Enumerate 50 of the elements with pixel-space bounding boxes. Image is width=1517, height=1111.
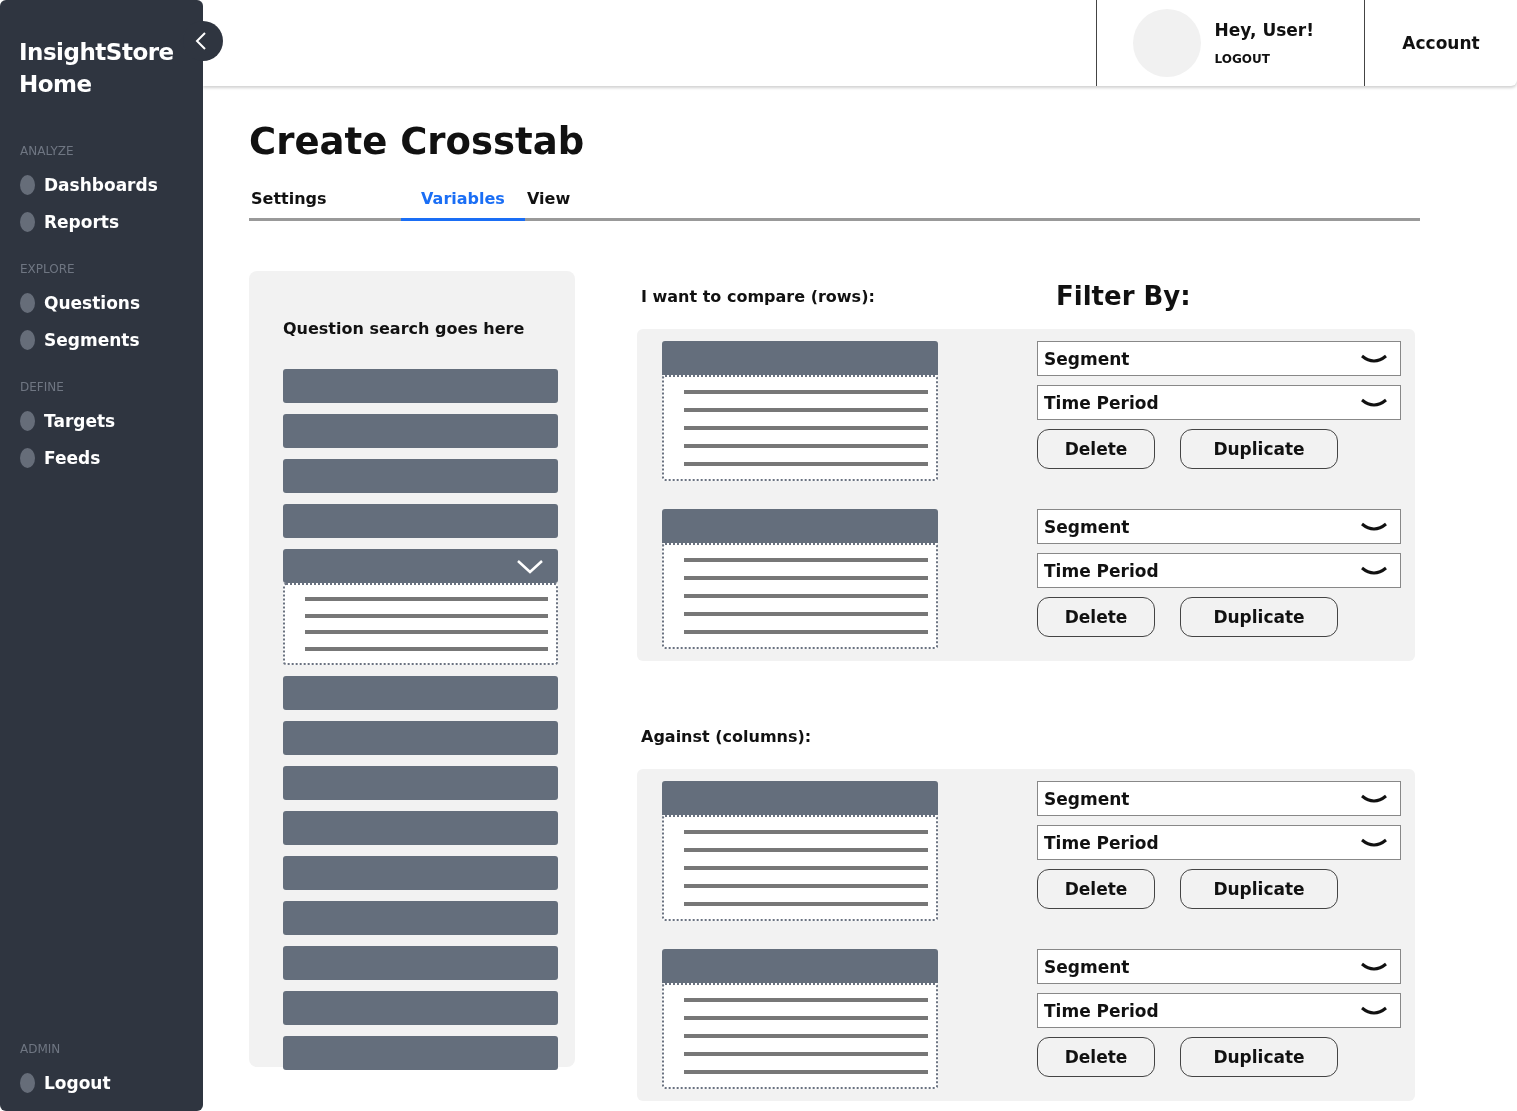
app-title: InsightStore Home bbox=[18, 38, 175, 99]
filter-dropdown[interactable]: Segment bbox=[1037, 781, 1401, 816]
chevron-down-icon bbox=[1360, 396, 1388, 409]
chevron-down-icon bbox=[1360, 352, 1388, 365]
nav-item[interactable]: Targets bbox=[0, 411, 203, 431]
tab[interactable]: Settings bbox=[249, 189, 401, 221]
nav-item[interactable]: Dashboards bbox=[0, 175, 203, 195]
chevron-down-icon bbox=[1360, 564, 1388, 577]
chevron-left-icon bbox=[195, 31, 207, 51]
filter-dropdown[interactable]: Time Period bbox=[1037, 385, 1401, 420]
account-link[interactable]: Account bbox=[1365, 0, 1517, 86]
chevron-down-icon bbox=[1360, 1004, 1388, 1017]
greeting: Hey, User! bbox=[1214, 20, 1314, 40]
logout-link[interactable]: LOGOUT bbox=[1214, 52, 1314, 66]
section-heading: EXPLORE bbox=[19, 262, 76, 276]
tab[interactable]: View bbox=[525, 189, 645, 221]
nav-item[interactable]: Logout bbox=[0, 1073, 203, 1093]
filter-dropdown[interactable]: Time Period bbox=[1037, 825, 1401, 860]
filter-dropdown[interactable]: Segment bbox=[1037, 341, 1401, 376]
section-heading: DEFINE bbox=[19, 380, 65, 394]
chevron-down-icon bbox=[1360, 792, 1388, 805]
chevron-down-icon bbox=[1360, 960, 1388, 973]
section-heading: ANALYZE bbox=[19, 144, 75, 158]
duplicate-button[interactable]: Duplicate bbox=[1180, 429, 1338, 469]
delete-button[interactable]: Delete bbox=[1037, 1037, 1155, 1077]
tab[interactable]: Variables bbox=[401, 189, 525, 221]
duplicate-button[interactable]: Duplicate bbox=[1180, 869, 1338, 909]
filter-dropdown[interactable]: Segment bbox=[1037, 509, 1401, 544]
filter-dropdown[interactable]: Segment bbox=[1037, 949, 1401, 984]
question-item[interactable] bbox=[283, 549, 558, 665]
duplicate-button[interactable]: Duplicate bbox=[1180, 597, 1338, 637]
chevron-down-icon bbox=[1360, 520, 1388, 533]
delete-button[interactable]: Delete bbox=[1037, 597, 1155, 637]
duplicate-button[interactable]: Duplicate bbox=[1180, 1037, 1338, 1077]
nav-item[interactable]: Questions bbox=[0, 293, 203, 313]
nav-item[interactable]: Reports bbox=[0, 212, 203, 232]
section-heading: ADMIN bbox=[19, 1042, 62, 1056]
delete-button[interactable]: Delete bbox=[1037, 429, 1155, 469]
chevron-down-icon bbox=[516, 558, 544, 574]
chevron-down-icon bbox=[1360, 836, 1388, 849]
page-title: Create Crosstab bbox=[249, 120, 586, 163]
filter-dropdown[interactable]: Time Period bbox=[1037, 553, 1401, 588]
filter-dropdown[interactable]: Time Period bbox=[1037, 993, 1401, 1028]
search-field[interactable]: Question search goes here bbox=[283, 317, 558, 340]
nav-item[interactable]: Segments bbox=[0, 330, 203, 350]
nav-item[interactable]: Feeds bbox=[0, 448, 203, 468]
section-label: I want to compare (rows): bbox=[640, 286, 876, 306]
delete-button[interactable]: Delete bbox=[1037, 869, 1155, 909]
filter-heading: Filter By: bbox=[1056, 281, 1191, 311]
section-label: Against (columns): bbox=[640, 726, 813, 746]
